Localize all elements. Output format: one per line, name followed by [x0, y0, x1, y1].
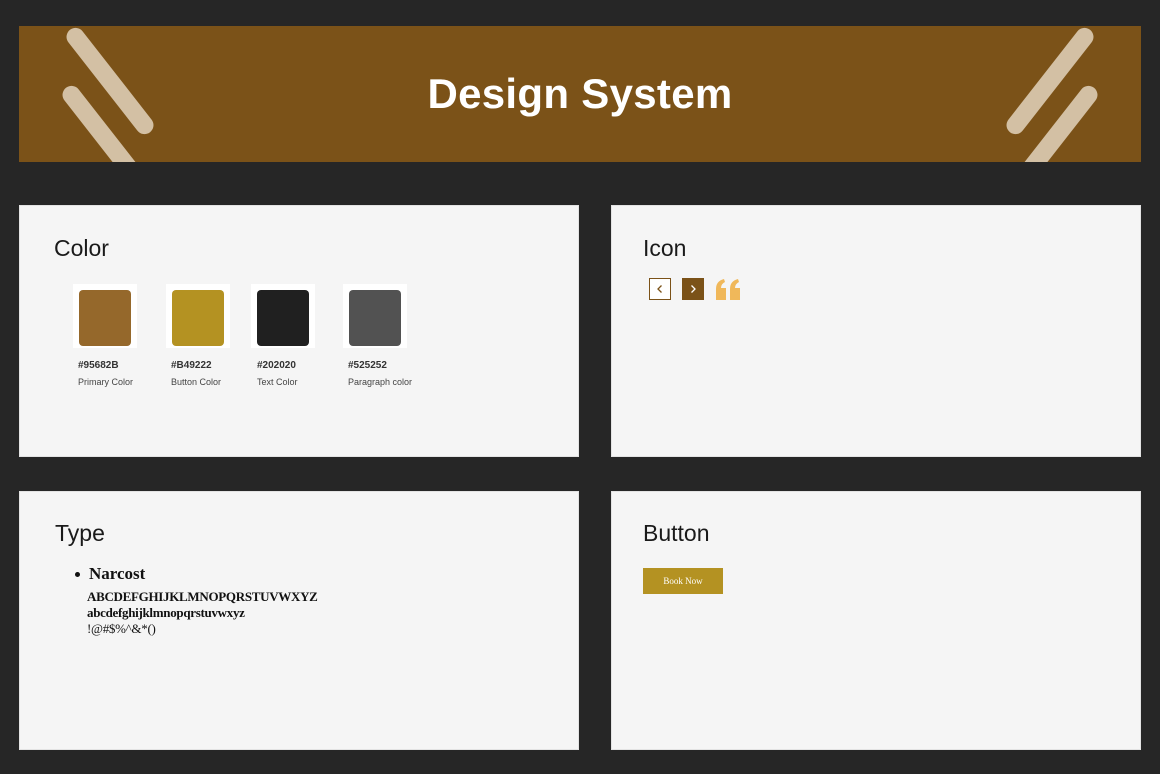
swatch-name-primary: Primary Color [78, 377, 134, 387]
chevron-left-icon[interactable] [649, 278, 671, 300]
type-card: Type Narcost ABCDEFGHIJKLMNOPQRSTUVWXYZ … [19, 491, 579, 750]
color-card: Color #95682B Primary Color #B49222 Butt… [19, 205, 579, 457]
color-chip [172, 290, 224, 346]
header-banner: Design System [19, 26, 1141, 162]
swatch-hex-button: #B49222 [171, 360, 212, 371]
swatch-name-paragraph: Paragraph color [348, 377, 413, 387]
color-section-title: Color [54, 235, 109, 261]
quote-icon [714, 276, 744, 302]
uppercase-sample: ABCDEFGHIJKLMNOPQRSTUVWXYZ [87, 589, 318, 604]
icon-section-title: Icon [643, 235, 687, 261]
button-card: Button Book Now [611, 491, 1141, 750]
color-chip [349, 290, 401, 346]
icon-card: Icon [611, 205, 1141, 457]
color-swatch-text [251, 284, 315, 348]
color-swatch-button [166, 284, 230, 348]
font-name: Narcost [89, 564, 146, 583]
chevron-right-icon[interactable] [682, 278, 704, 300]
swatch-hex-text: #202020 [257, 360, 296, 371]
type-section-title: Type [55, 520, 105, 546]
book-now-button[interactable]: Book Now [643, 568, 723, 594]
swatch-name-text: Text Color [257, 377, 298, 387]
color-chip [79, 290, 131, 346]
color-chip [257, 290, 309, 346]
page-title: Design System [427, 70, 733, 117]
button-section-title: Button [643, 520, 710, 546]
swatch-hex-primary: #95682B [78, 360, 119, 371]
swatch-name-button: Button Color [171, 377, 222, 387]
symbols-sample: !@#$%^&*() [87, 621, 156, 636]
color-swatch-paragraph [343, 284, 407, 348]
font-list: Narcost ABCDEFGHIJKLMNOPQRSTUVWXYZ abcde… [75, 564, 318, 637]
font-list-item: Narcost [75, 564, 318, 584]
lowercase-sample: abcdefghijklmnopqrstuvwxyz [87, 605, 245, 620]
bullet-icon [75, 571, 80, 577]
color-swatch-primary [73, 284, 137, 348]
swatch-hex-paragraph: #525252 [348, 360, 387, 371]
